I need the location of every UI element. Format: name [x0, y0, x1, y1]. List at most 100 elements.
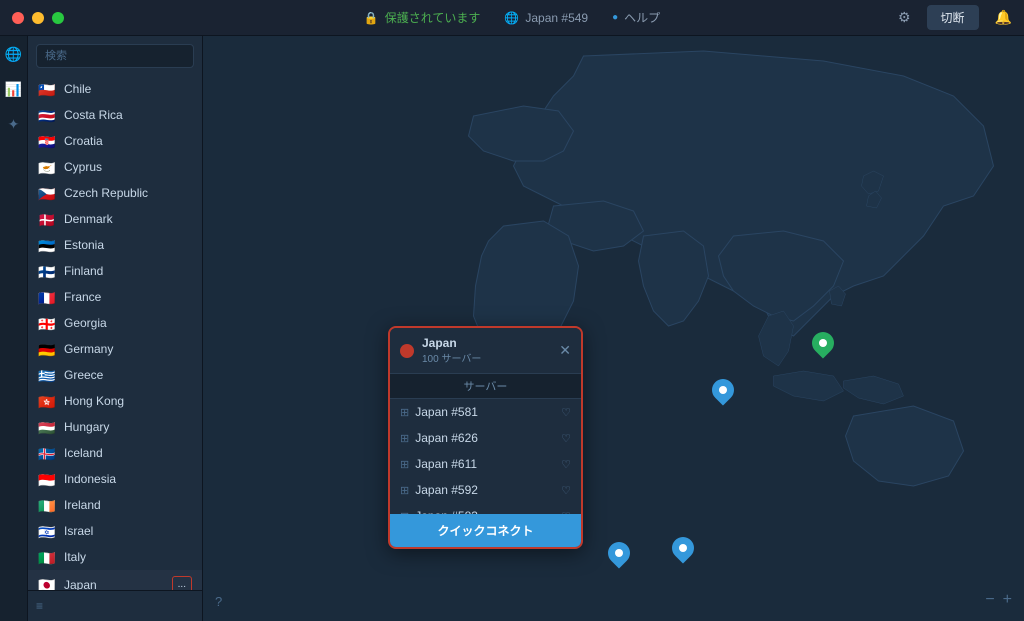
popup-section-label: サーバー	[390, 373, 581, 399]
server-item[interactable]: ⊞ Japan #581 ♡	[390, 399, 581, 425]
country-name: Cyprus	[64, 160, 192, 174]
country-name: Croatia	[64, 134, 192, 148]
server-item[interactable]: ⊞Japan #626♡	[390, 425, 581, 451]
country-flag: 🇮🇩	[38, 473, 56, 486]
country-more-button[interactable]: ...	[172, 576, 192, 590]
country-item[interactable]: 🇮🇹 Italy	[28, 544, 202, 570]
country-flag: 🇨🇾	[38, 161, 56, 174]
map-zoom-controls: − +	[985, 591, 1012, 609]
server-type-icon: ⊞	[400, 406, 409, 419]
map-area: Japan 100 サーバー ✕ サーバー ⊞Japan #581♡⊞Japan…	[203, 36, 1024, 621]
country-item[interactable]: 🇨🇾 Cyprus	[28, 154, 202, 180]
server-popup: Japan 100 サーバー ✕ サーバー ⊞Japan #581♡⊞Japan…	[388, 326, 583, 549]
country-flag: 🇫🇮	[38, 265, 56, 278]
server-type-icon: ⊞	[400, 458, 409, 471]
country-name: Italy	[64, 550, 192, 564]
country-flag: 🇮🇪	[38, 499, 56, 512]
country-item[interactable]: 🇨🇱 Chile	[28, 76, 202, 102]
country-item[interactable]: 🇬🇪Georgia	[28, 310, 202, 336]
popup-server-count: 100 サーバー	[422, 350, 551, 365]
favorite-icon[interactable]: ♡	[561, 458, 571, 471]
zoom-out-button[interactable]: −	[985, 591, 994, 609]
country-flag: 🇨🇿	[38, 187, 56, 200]
country-item[interactable]: 🇪🇪Estonia	[28, 232, 202, 258]
popup-title-area: Japan 100 サーバー	[422, 336, 551, 365]
zoom-in-button[interactable]: +	[1003, 591, 1012, 609]
country-item[interactable]: 🇩🇪Germany	[28, 336, 202, 362]
server-type-icon: ⊞	[400, 432, 409, 445]
server-name-label: Japan #581	[415, 405, 555, 419]
country-flag: 🇮🇹	[38, 551, 56, 564]
search-input[interactable]	[36, 44, 194, 68]
country-item[interactable]: 🇮🇸 Iceland	[28, 440, 202, 466]
country-name: Germany	[64, 342, 192, 356]
sidebar-icon-rail: 🌐 📊 ✦	[0, 36, 28, 621]
country-name: Denmark	[64, 212, 192, 226]
titlebar-right: ⚙ 切断 🔔	[898, 5, 1012, 30]
server-item[interactable]: ⊞Japan #583♡	[390, 503, 581, 514]
country-item[interactable]: 🇬🇷Greece	[28, 362, 202, 388]
country-name: Iceland	[64, 446, 192, 460]
map-help-icon[interactable]: ?	[215, 594, 222, 609]
server-list: ⊞Japan #581♡⊞Japan #626♡⊞Japan #611♡⊞Jap…	[390, 399, 581, 514]
disconnect-button[interactable]: 切断	[927, 5, 979, 30]
country-name: Estonia	[64, 238, 192, 252]
sidebar: 🇨🇱 Chile 🇨🇷Costa Rica🇭🇷Croatia 🇨🇾 Cyprus 🇨🇿 Cz…	[28, 36, 203, 621]
country-name: Chile	[64, 82, 192, 96]
country-item[interactable]: 🇨🇿 Czech Republic	[28, 180, 202, 206]
server-item[interactable]: ⊞Japan #592♡	[390, 477, 581, 503]
main-content: 🌐 📊 ✦ 🇨🇱 Chile 🇨🇷Costa Rica🇭🇷Croatia 🇨🇾 Cypr…	[0, 36, 1024, 621]
country-flag: 🇨🇱	[38, 83, 56, 96]
country-name: France	[64, 290, 192, 304]
country-name: Israel	[64, 524, 192, 538]
country-flag: 🇫🇷	[38, 291, 56, 304]
country-flag: 🇮🇸	[38, 447, 56, 460]
country-item[interactable]: 🇮🇱 Israel	[28, 518, 202, 544]
country-item[interactable]: 🇭🇰Hong Kong	[28, 388, 202, 414]
connection-status: 🔒 保護されています	[364, 9, 481, 26]
country-item[interactable]: 🇮🇪Ireland	[28, 492, 202, 518]
popup-header: Japan 100 サーバー ✕	[390, 328, 581, 373]
favorite-icon[interactable]: ♡	[561, 484, 571, 497]
settings-icon[interactable]: ⚙	[898, 9, 911, 26]
country-item[interactable]: 🇨🇷Costa Rica	[28, 102, 202, 128]
quick-connect-button[interactable]: クイックコネクト	[390, 514, 581, 547]
country-item[interactable]: 🇯🇵Japan...	[28, 570, 202, 590]
country-name: Finland	[64, 264, 192, 278]
country-item[interactable]: 🇭🇺Hungary	[28, 414, 202, 440]
sparkle-icon[interactable]: ✦	[8, 116, 20, 133]
popup-close-button[interactable]: ✕	[559, 342, 571, 359]
country-name: Czech Republic	[64, 186, 192, 200]
server-item[interactable]: ⊞ Japan #611 ♡	[390, 451, 581, 477]
country-item[interactable]: 🇭🇷Croatia	[28, 128, 202, 154]
country-item[interactable]: 🇫🇮 Finland	[28, 258, 202, 284]
help-label[interactable]: ● ヘルプ	[612, 9, 660, 26]
country-flag: 🇨🇷	[38, 109, 56, 122]
bell-icon[interactable]: 🔔	[995, 9, 1012, 26]
maximize-button[interactable]	[52, 12, 64, 24]
server-name-label: Japan #611	[415, 457, 555, 471]
server-type-icon: ⊞	[400, 484, 409, 497]
favorite-icon[interactable]: ♡	[561, 406, 571, 419]
close-button[interactable]	[12, 12, 24, 24]
popup-country-name: Japan	[422, 336, 551, 350]
pin-japan-2[interactable]	[712, 379, 734, 401]
country-item[interactable]: 🇮🇩 Indonesia	[28, 466, 202, 492]
stats-icon[interactable]: 📊	[5, 81, 22, 98]
pin-japan-selected[interactable]	[812, 332, 834, 354]
favorite-icon[interactable]: ♡	[561, 432, 571, 445]
country-item[interactable]: 🇫🇷 France	[28, 284, 202, 310]
country-item[interactable]: 🇩🇰Denmark	[28, 206, 202, 232]
pin-seasia[interactable]	[672, 537, 694, 559]
country-flag: 🇯🇵	[38, 578, 56, 590]
popup-status-dot	[400, 344, 414, 358]
country-name: Indonesia	[64, 472, 192, 486]
country-name: Hong Kong	[64, 394, 192, 408]
menu-icon[interactable]: ≡	[36, 599, 43, 613]
minimize-button[interactable]	[32, 12, 44, 24]
country-name: Hungary	[64, 420, 192, 434]
pin-philippines[interactable]	[608, 542, 630, 564]
globe-icon[interactable]: 🌐	[5, 46, 22, 63]
sidebar-container: 🌐 📊 ✦ 🇨🇱 Chile 🇨🇷Costa Rica🇭🇷Croatia 🇨🇾 Cypr…	[0, 36, 203, 621]
country-flag: 🇮🇱	[38, 525, 56, 538]
